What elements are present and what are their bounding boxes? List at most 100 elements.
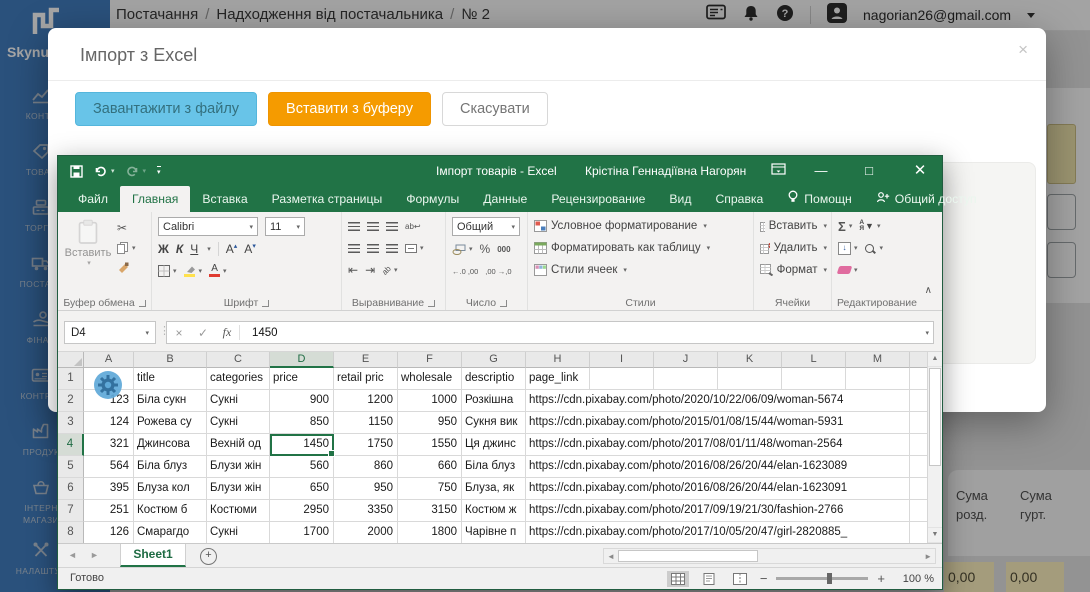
format-cells-button[interactable]: Формат ▾ — [760, 259, 827, 281]
minimize-icon[interactable]: — — [806, 156, 836, 186]
cell-B2[interactable]: Біла сукн — [134, 390, 207, 412]
dialog-launcher-icon[interactable] — [138, 299, 146, 307]
cell-B6[interactable]: Блуза кол — [134, 478, 207, 500]
cell-G5[interactable]: Біла блуз — [462, 456, 526, 478]
fill-icon[interactable]: ↓ ▾ — [838, 241, 858, 256]
cell-C4[interactable]: Вехній од — [207, 434, 270, 456]
collapse-ribbon-icon[interactable]: ∧ — [925, 285, 932, 296]
ribbon-tab-10[interactable]: Помощн — [775, 186, 863, 212]
cell-D1[interactable]: price — [270, 368, 334, 390]
vertical-scroll-thumb[interactable] — [929, 368, 941, 466]
cell-D5[interactable]: 560 — [270, 456, 334, 478]
cell-G2[interactable]: Розкішна — [462, 390, 526, 412]
cell-G1[interactable]: descriptio — [462, 368, 526, 390]
sheet-nav-left-icon[interactable]: ◄ — [68, 544, 77, 567]
decrease-font-icon[interactable]: А▾ — [244, 242, 256, 256]
cell-F6[interactable]: 750 — [398, 478, 462, 500]
column-header-I[interactable]: I — [590, 352, 654, 368]
accounting-format-icon[interactable]: ▾ — [452, 242, 473, 257]
vertical-scrollbar[interactable]: ▲ ▼ — [927, 352, 942, 543]
cancel-entry-icon[interactable]: × — [167, 326, 191, 340]
merge-center-icon[interactable]: ▾ — [405, 241, 424, 256]
paste-button[interactable]: Вставить ▾ — [64, 215, 112, 275]
insert-function-icon[interactable]: fx — [215, 325, 240, 340]
save-icon[interactable] — [70, 164, 83, 178]
ribbon-tab-6[interactable]: Данные — [471, 186, 539, 212]
cell-E5[interactable]: 860 — [334, 456, 398, 478]
column-header-B[interactable]: B — [134, 352, 207, 368]
cell-F5[interactable]: 660 — [398, 456, 462, 478]
row-header-4[interactable]: 4 — [58, 434, 84, 456]
row-header-2[interactable]: 2 — [58, 390, 84, 412]
ribbon-tab-4[interactable]: Разметка страницы — [260, 186, 395, 212]
cut-icon[interactable]: ✂ — [117, 220, 136, 235]
cell-G8[interactable]: Чарівне п — [462, 522, 526, 543]
customize-quick-access-icon[interactable]: ▾ — [157, 166, 161, 176]
ribbon-tab-7[interactable]: Рецензирование — [539, 186, 657, 212]
align-bottom-icon[interactable] — [386, 219, 398, 234]
name-box[interactable]: D4 ▾ — [64, 321, 156, 344]
new-sheet-icon[interactable]: + — [200, 548, 217, 565]
cell-B1[interactable]: title — [134, 368, 207, 390]
increase-font-icon[interactable]: А▴ — [226, 242, 238, 256]
cell-B7[interactable]: Костюм б — [134, 500, 207, 522]
cell-E3[interactable]: 1150 — [334, 412, 398, 434]
scroll-up-icon[interactable]: ▲ — [928, 352, 942, 367]
normal-view-icon[interactable] — [666, 570, 689, 587]
zoom-slider-thumb[interactable] — [827, 573, 832, 584]
dialog-launcher-icon[interactable] — [428, 299, 436, 307]
ribbon-tab-8[interactable]: Вид — [657, 186, 703, 212]
horizontal-scrollbar[interactable]: ◄ ► — [603, 548, 936, 564]
cell-G3[interactable]: Сукня вик — [462, 412, 526, 434]
cell-E7[interactable]: 3350 — [334, 500, 398, 522]
cell-D8[interactable]: 1700 — [270, 522, 334, 543]
cell-E4[interactable]: 1750 — [334, 434, 398, 456]
align-right-icon[interactable] — [386, 241, 398, 256]
paste-from-clipboard-button[interactable]: Вставити з буферу — [268, 92, 431, 126]
page-break-view-icon[interactable] — [729, 571, 751, 587]
cell-F7[interactable]: 3150 — [398, 500, 462, 522]
undo-icon[interactable]: ▾ — [94, 165, 115, 177]
cell-H4[interactable]: https://cdn.pixabay.com/photo/2017/08/01… — [526, 434, 910, 456]
wrap-text-icon[interactable]: ab↩ — [405, 219, 421, 234]
comma-style-icon[interactable]: 000 — [497, 242, 510, 257]
cell-K1[interactable] — [718, 368, 782, 390]
cell-D4[interactable]: 1450 — [270, 434, 335, 457]
cell-B3[interactable]: Рожева су — [134, 412, 207, 434]
row-header-8[interactable]: 8 — [58, 522, 84, 543]
ribbon-tab-9[interactable]: Справка — [703, 186, 775, 212]
cell-L1[interactable] — [782, 368, 846, 390]
increase-indent-icon[interactable]: ⇥ — [365, 263, 375, 278]
conditional-formatting-button[interactable]: Условное форматирование ▾ — [534, 215, 749, 237]
sort-filter-icon[interactable]: А Я ▼ ▾ — [859, 219, 880, 234]
cell-E2[interactable]: 1200 — [334, 390, 398, 412]
font-name-select[interactable]: Calibri ▾ — [158, 217, 258, 236]
decrease-decimal-icon[interactable]: ,00 →,0 — [485, 264, 511, 279]
cell-F4[interactable]: 1550 — [398, 434, 462, 456]
column-header-J[interactable]: J — [654, 352, 718, 368]
cell-C2[interactable]: Сукні — [207, 390, 270, 412]
cell-C7[interactable]: Костюми — [207, 500, 270, 522]
column-header-E[interactable]: E — [334, 352, 398, 368]
cell-A7[interactable]: 251 — [84, 500, 134, 522]
cell-G6[interactable]: Блуза, як — [462, 478, 526, 500]
ribbon-tab-11[interactable]: Общий доступ — [864, 186, 989, 212]
orientation-icon[interactable]: ab ▾ — [380, 263, 397, 278]
column-header-K[interactable]: K — [718, 352, 782, 368]
format-as-table-button[interactable]: Форматировать как таблицу ▾ — [534, 237, 749, 259]
ribbon-tab-1[interactable]: Файл — [66, 186, 120, 212]
italic-button[interactable]: К — [176, 242, 183, 256]
cell-A5[interactable]: 564 — [84, 456, 134, 478]
zoom-level[interactable]: 100 % — [894, 573, 934, 585]
cell-D7[interactable]: 2950 — [270, 500, 334, 522]
underline-button[interactable]: Ч — [190, 242, 198, 256]
dialog-launcher-icon[interactable] — [500, 299, 508, 307]
cell-A8[interactable]: 126 — [84, 522, 134, 543]
bold-button[interactable]: Ж — [158, 242, 169, 256]
dialog-launcher-icon[interactable] — [262, 299, 270, 307]
close-icon[interactable]: × — [1018, 40, 1028, 60]
cell-A6[interactable]: 395 — [84, 478, 134, 500]
cell-C6[interactable]: Блузи жін — [207, 478, 270, 500]
column-header-M[interactable]: M — [846, 352, 910, 368]
align-center-icon[interactable] — [367, 241, 379, 256]
